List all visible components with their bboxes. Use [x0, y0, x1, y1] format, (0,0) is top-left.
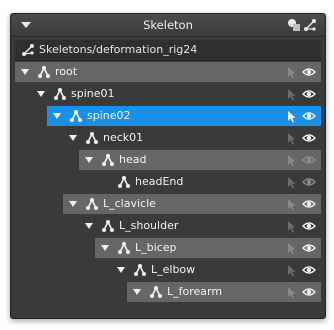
select-cursor-icon[interactable] [287, 154, 297, 167]
tree-row-headEnd[interactable]: headEnd [95, 172, 321, 192]
bone-icon [149, 285, 163, 302]
visibility-eye-icon[interactable] [302, 89, 316, 99]
tree-row-L_clavicle[interactable]: L_clavicle [63, 194, 321, 214]
panel-titlebar: Skeleton [11, 14, 325, 37]
tree-row-L_elbow[interactable]: L_elbow [111, 260, 321, 280]
bone-icon [101, 219, 115, 236]
tree-row-spine01[interactable]: spine01 [31, 84, 321, 104]
tree-row-L_forearm[interactable]: L_forearm [127, 282, 321, 302]
tree-row-L_shoulder[interactable]: L_shoulder [79, 216, 321, 236]
expand-toggle-icon[interactable] [69, 201, 77, 207]
skeleton-path-bar: Skeletons/deformation_rig24 [15, 40, 321, 61]
bone-icon [85, 197, 99, 214]
bone-label: root [55, 65, 78, 78]
select-cursor-icon[interactable] [287, 198, 297, 211]
shapes-icon[interactable] [287, 18, 301, 32]
select-cursor-icon[interactable] [287, 66, 297, 79]
bone-icon [101, 153, 115, 170]
bone-label: L_forearm [167, 285, 223, 298]
visibility-eye-icon[interactable] [302, 221, 316, 231]
bone-label: head [119, 153, 147, 166]
expand-toggle-icon[interactable] [101, 245, 109, 251]
visibility-eye-icon[interactable] [302, 155, 316, 165]
select-cursor-icon[interactable] [287, 286, 297, 299]
visibility-eye-icon[interactable] [302, 243, 316, 253]
bone-label: headEnd [135, 175, 184, 188]
panel-title: Skeleton [143, 18, 193, 32]
select-cursor-icon[interactable] [287, 110, 297, 123]
visibility-eye-icon[interactable] [302, 287, 316, 297]
select-cursor-icon[interactable] [287, 132, 297, 145]
tree-row-head[interactable]: head [79, 150, 321, 170]
visibility-eye-icon[interactable] [302, 111, 316, 121]
select-cursor-icon[interactable] [287, 220, 297, 233]
skeleton-panel: Skeleton Skeletons/deformation_rig24 roo… [10, 13, 326, 319]
bone-label: neck01 [103, 131, 144, 144]
panel-header-icons [285, 18, 319, 32]
expand-toggle-icon[interactable] [53, 113, 61, 119]
bone-label: spine02 [87, 109, 131, 122]
expand-toggle-icon[interactable] [85, 223, 93, 229]
tree-row-L_bicep[interactable]: L_bicep [95, 238, 321, 258]
expand-toggle-icon[interactable] [37, 91, 45, 97]
expand-toggle-icon[interactable] [69, 135, 77, 141]
bone-label: L_shoulder [119, 219, 179, 232]
select-cursor-icon[interactable] [287, 242, 297, 255]
tree-row-spine02[interactable]: spine02 [47, 106, 321, 126]
expand-toggle-icon[interactable] [85, 157, 93, 163]
bone-icon [117, 175, 131, 192]
bone-label: L_elbow [151, 263, 196, 276]
bone-label: L_clavicle [103, 197, 156, 210]
expand-toggle-icon[interactable] [117, 267, 125, 273]
bone-tree: root spine01 spine02 neck01 head headEnd L_cla… [15, 62, 321, 314]
bone-icon [53, 87, 67, 104]
tree-row-root[interactable]: root [15, 62, 321, 82]
expand-toggle-icon[interactable] [21, 69, 29, 75]
select-cursor-icon[interactable] [287, 88, 297, 101]
bone-label: spine01 [71, 87, 115, 100]
visibility-eye-icon[interactable] [302, 199, 316, 209]
bone-icon [69, 109, 83, 126]
visibility-eye-icon[interactable] [302, 177, 316, 187]
bone-icon [37, 65, 51, 82]
skeleton-icon [22, 44, 34, 56]
visibility-eye-icon[interactable] [302, 133, 316, 143]
bones-icon[interactable] [303, 18, 317, 32]
select-cursor-icon[interactable] [287, 264, 297, 277]
expand-toggle-icon[interactable] [133, 289, 141, 295]
bone-icon [133, 263, 147, 280]
tree-row-neck01[interactable]: neck01 [63, 128, 321, 148]
visibility-eye-icon[interactable] [302, 265, 316, 275]
bone-icon [117, 241, 131, 258]
bone-label: L_bicep [135, 241, 177, 254]
bone-icon [85, 131, 99, 148]
skeleton-path: Skeletons/deformation_rig24 [39, 43, 198, 56]
visibility-eye-icon[interactable] [302, 67, 316, 77]
select-cursor-icon[interactable] [287, 176, 297, 189]
